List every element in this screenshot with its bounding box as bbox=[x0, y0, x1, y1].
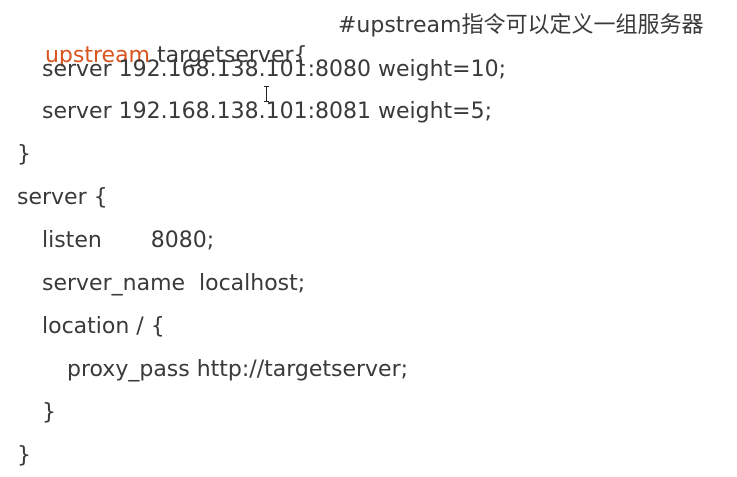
upstream-comment: #upstream指令可以定义一组服务器 bbox=[338, 13, 704, 38]
code-view: upstream targetserver{ #upstream指令可以定义一组… bbox=[0, 0, 737, 477]
code-line-2: server 192.168.138.101:8080 weight=10; bbox=[42, 57, 506, 82]
code-line-9: proxy_pass http://targetserver; bbox=[67, 357, 409, 382]
code-line-5: server { bbox=[17, 185, 108, 210]
code-line-8: location / { bbox=[42, 314, 165, 339]
code-line-6: listen 8080; bbox=[42, 228, 215, 253]
code-line-7: server_name localhost; bbox=[42, 271, 306, 296]
code-line-10: } bbox=[42, 400, 56, 425]
code-line-11: } bbox=[17, 443, 31, 468]
code-line-4: } bbox=[17, 142, 31, 167]
text-cursor-icon bbox=[264, 86, 269, 102]
